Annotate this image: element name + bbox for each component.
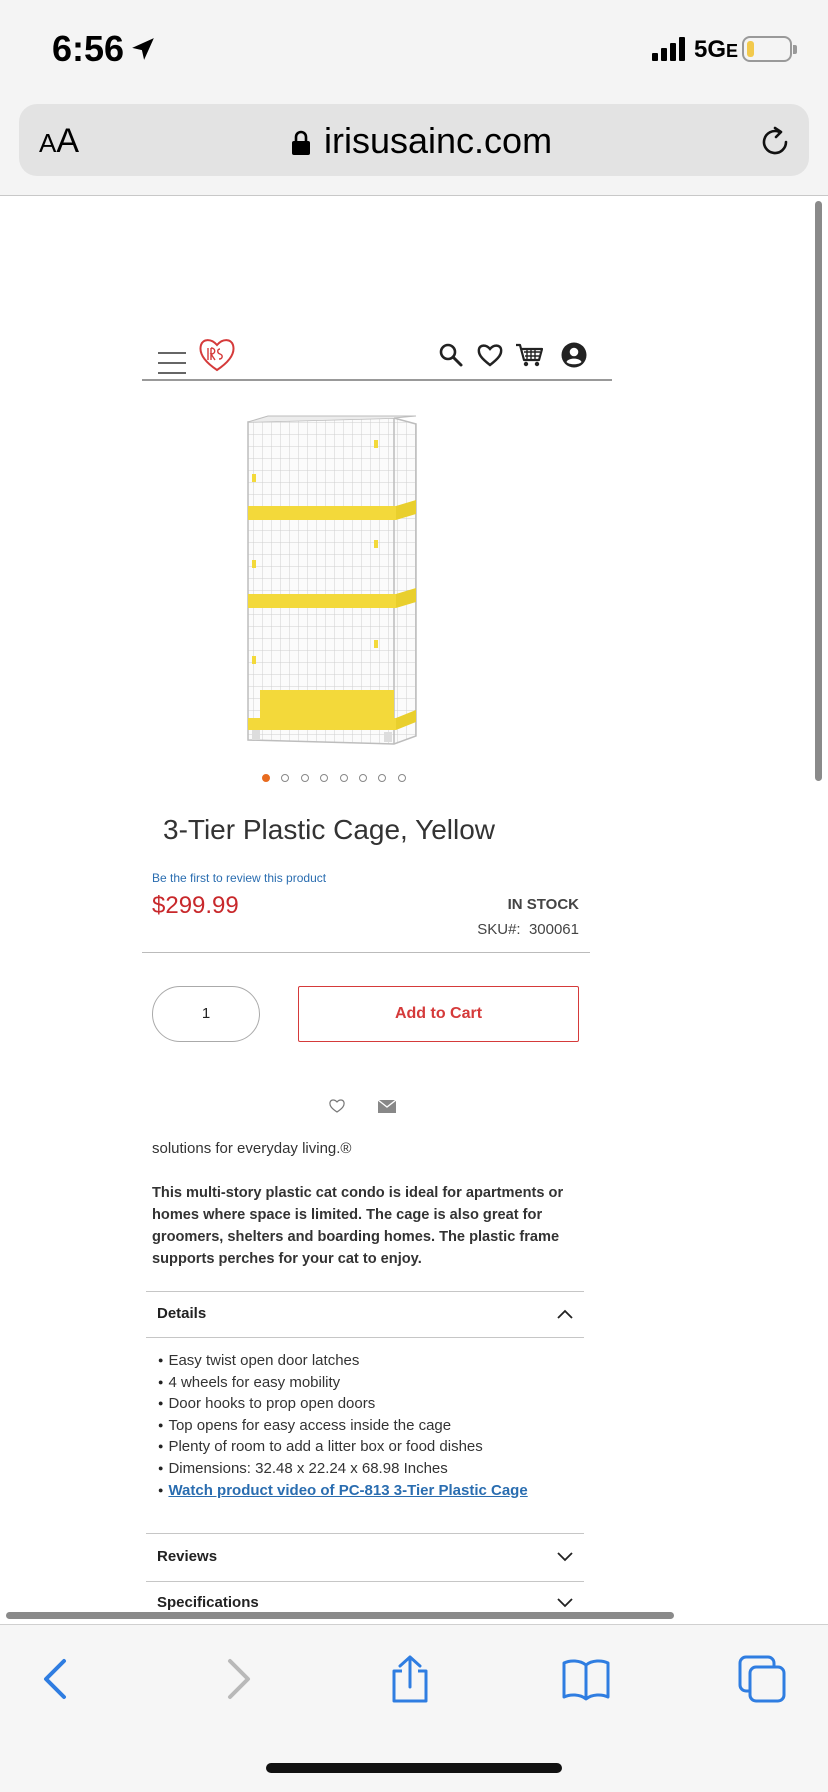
- reviews-accordion-header[interactable]: Reviews: [157, 1548, 217, 1565]
- list-item: Plenty of room to add a litter box or fo…: [158, 1436, 528, 1458]
- share-icon[interactable]: [386, 1655, 434, 1703]
- vertical-scrollbar[interactable]: [815, 201, 822, 781]
- product-image[interactable]: [244, 410, 424, 750]
- account-icon[interactable]: [561, 342, 587, 368]
- back-icon[interactable]: [34, 1655, 82, 1703]
- product-title: 3-Tier Plastic Cage, Yellow: [163, 814, 496, 845]
- horizontal-scrollbar[interactable]: [6, 1612, 674, 1619]
- sku-line: SKU#: 300061: [477, 921, 579, 938]
- specifications-accordion-header[interactable]: Specifications: [157, 1594, 259, 1611]
- gallery-dot[interactable]: [320, 774, 329, 782]
- gallery-dot[interactable]: [262, 774, 270, 782]
- divider: [146, 1291, 584, 1292]
- tabs-icon[interactable]: [738, 1655, 786, 1703]
- battery-icon: [742, 36, 797, 62]
- status-time: 6:56: [52, 28, 125, 69]
- gallery-dot[interactable]: [281, 774, 290, 782]
- divider: [146, 1581, 584, 1582]
- stock-status: IN STOCK: [507, 896, 579, 913]
- location-arrow-icon: [132, 38, 154, 60]
- forward-icon[interactable]: [212, 1655, 260, 1703]
- review-link[interactable]: Be the first to review this product: [152, 871, 326, 885]
- email-icon[interactable]: [378, 1100, 396, 1113]
- sku-value: 300061: [528, 921, 579, 938]
- chevron-down-icon[interactable]: [557, 1598, 573, 1608]
- bookmarks-icon[interactable]: [562, 1655, 610, 1703]
- header-divider: [142, 379, 612, 381]
- status-bar: 6:56 5GE: [0, 0, 828, 98]
- cart-icon[interactable]: [515, 342, 543, 368]
- gallery-dot[interactable]: [359, 774, 367, 782]
- product-video-link[interactable]: Watch product video of PC-813 3-Tier Pla…: [168, 1482, 527, 1499]
- network-type: 5GE: [694, 36, 739, 63]
- add-to-cart-button[interactable]: Add to Cart: [298, 986, 579, 1042]
- gallery-dot[interactable]: [339, 774, 348, 782]
- list-item: Top opens for easy access inside the cag…: [158, 1415, 528, 1437]
- chevron-down-icon[interactable]: [557, 1552, 573, 1562]
- divider: [142, 952, 590, 953]
- search-icon[interactable]: [438, 342, 464, 368]
- details-list: Easy twist open door latches 4 wheels fo…: [158, 1350, 528, 1502]
- menu-icon[interactable]: [158, 352, 186, 374]
- chevron-up-icon[interactable]: [557, 1309, 573, 1319]
- browser-address-area: AA irisusainc.com: [0, 98, 828, 196]
- list-item: Dimensions: 32.48 x 22.24 x 68.98 Inches: [158, 1458, 528, 1480]
- add-to-wishlist-icon[interactable]: [329, 1098, 345, 1113]
- product-price: $299.99: [152, 892, 239, 919]
- reload-icon[interactable]: [757, 124, 793, 160]
- product-description: This multi-story plastic cat condo is id…: [152, 1185, 564, 1267]
- url-host[interactable]: irisusainc.com: [324, 120, 552, 162]
- text-size-button[interactable]: AA: [39, 122, 79, 161]
- list-item: Easy twist open door latches: [158, 1350, 528, 1372]
- home-indicator: [266, 1763, 562, 1773]
- address-bar[interactable]: AA irisusainc.com: [19, 104, 809, 176]
- iris-logo[interactable]: [198, 336, 236, 372]
- list-item: Watch product video of PC-813 3-Tier Pla…: [158, 1480, 527, 1502]
- divider: [146, 1533, 584, 1534]
- wishlist-heart-icon[interactable]: [477, 342, 503, 368]
- gallery-dot[interactable]: [378, 774, 387, 782]
- list-item: Door hooks to prop open doors: [158, 1393, 528, 1415]
- brand-tagline: solutions for everyday living.®: [152, 1140, 352, 1157]
- list-item: 4 wheels for easy mobility: [158, 1372, 528, 1394]
- lock-icon: [292, 130, 310, 155]
- cellular-signal-icon: [652, 37, 685, 61]
- details-accordion-header[interactable]: Details: [157, 1305, 206, 1322]
- quantity-input[interactable]: 1: [152, 986, 260, 1042]
- gallery-dot[interactable]: [397, 774, 406, 782]
- gallery-dot[interactable]: [300, 774, 309, 782]
- divider: [146, 1337, 584, 1338]
